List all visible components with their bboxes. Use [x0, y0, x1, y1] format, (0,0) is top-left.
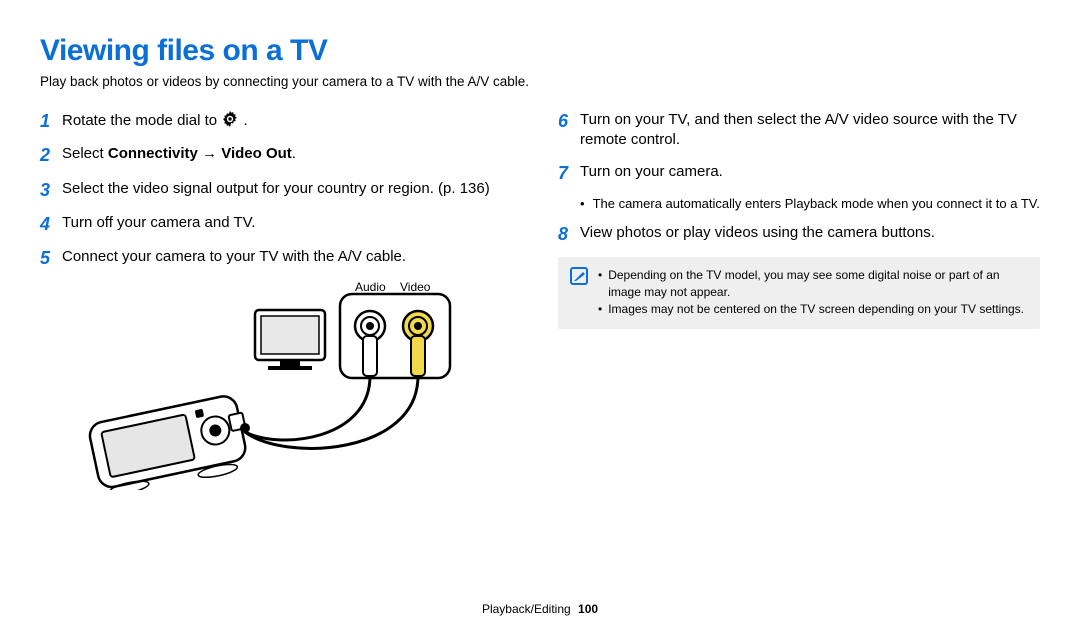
note-icon — [570, 267, 588, 285]
note-box: Depending on the TV model, you may see s… — [558, 257, 1040, 329]
footer-page-number: 100 — [578, 602, 598, 616]
step-number: 6 — [558, 109, 580, 133]
step-3: 3 Select the video signal output for you… — [40, 178, 522, 202]
tv-icon — [255, 310, 325, 370]
footer-section: Playback/Editing — [482, 602, 571, 616]
video-jack-label: Video — [400, 280, 430, 294]
page-subtitle: Play back photos or videos by connecting… — [40, 74, 1040, 89]
step-text: Select the video signal output for your … — [62, 178, 490, 199]
step-2-post: . — [292, 145, 296, 162]
step-text: Turn on your camera. — [580, 161, 723, 182]
camera-icon — [87, 393, 254, 490]
step-text: Connect your camera to your TV with the … — [62, 246, 406, 267]
left-column: 1 Rotate the mode dial to . 2 — [40, 109, 522, 490]
step-5: 5 Connect your camera to your TV with th… — [40, 246, 522, 270]
mode-dial-settings-icon — [221, 110, 239, 128]
step-4: 4 Turn off your camera and TV. — [40, 212, 522, 236]
step-2: 2 Select Connectivity → Video Out. — [40, 143, 522, 167]
note-item: Images may not be centered on the TV scr… — [598, 301, 1028, 318]
step-1-post: . — [243, 112, 247, 129]
step-1-pre: Rotate the mode dial to — [62, 112, 221, 129]
note-list: Depending on the TV model, you may see s… — [598, 267, 1028, 319]
step-2-pre: Select — [62, 145, 108, 162]
step-7: 7 Turn on your camera. — [558, 161, 1040, 185]
step-8: 8 View photos or play videos using the c… — [558, 222, 1040, 246]
two-column-layout: 1 Rotate the mode dial to . 2 — [40, 109, 1040, 490]
step-number: 7 — [558, 161, 580, 185]
step-number: 2 — [40, 143, 62, 167]
step-number: 5 — [40, 246, 62, 270]
step-text: View photos or play videos using the cam… — [580, 222, 935, 243]
step-number: 3 — [40, 178, 62, 202]
illustration-svg — [80, 280, 510, 490]
right-column: 6 Turn on your TV, and then select the A… — [558, 109, 1040, 490]
step-1: 1 Rotate the mode dial to . — [40, 109, 522, 133]
step-text: Turn off your camera and TV. — [62, 212, 255, 233]
page-footer: Playback/Editing 100 — [0, 602, 1080, 616]
step-number: 1 — [40, 109, 62, 133]
step-text: Select Connectivity → Video Out. — [62, 143, 296, 164]
manual-page: Viewing files on a TV Play back photos o… — [0, 0, 1080, 630]
step-number: 8 — [558, 222, 580, 246]
step-2-bold: Connectivity → Video Out — [108, 145, 292, 162]
note-item: Depending on the TV model, you may see s… — [598, 267, 1028, 302]
sub-bullet-text: The camera automatically enters Playback… — [593, 195, 1040, 213]
step-number: 4 — [40, 212, 62, 236]
step-7-sub-bullet: The camera automatically enters Playback… — [580, 195, 1040, 213]
step-text: Rotate the mode dial to . — [62, 109, 248, 131]
audio-jack-label: Audio — [355, 280, 386, 294]
step-text: Turn on your TV, and then select the A/V… — [580, 109, 1040, 151]
page-title: Viewing files on a TV — [40, 34, 1040, 68]
step-6: 6 Turn on your TV, and then select the A… — [558, 109, 1040, 151]
av-cable-illustration: Audio Video — [80, 280, 510, 490]
